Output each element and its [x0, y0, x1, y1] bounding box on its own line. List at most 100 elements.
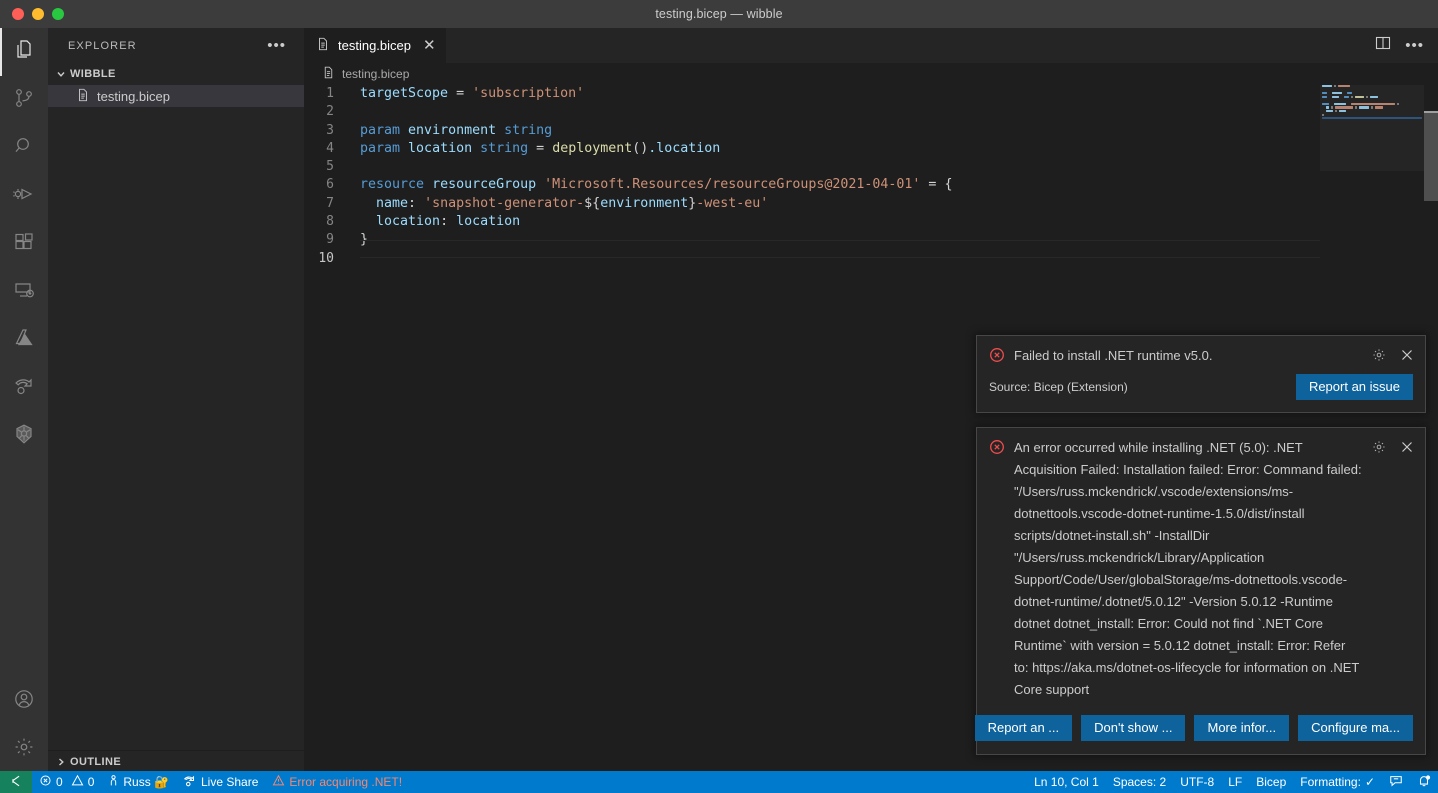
notification-header: Failed to install .NET runtime v5.0.: [977, 336, 1425, 372]
line-content[interactable]: targetScope = 'subscription': [360, 85, 584, 103]
code-line[interactable]: 4 param location string = deployment().lo…: [304, 140, 1438, 158]
minimap-slider[interactable]: [1320, 85, 1424, 171]
editor-actions: •••: [1375, 28, 1438, 63]
feedback-icon: [1389, 774, 1403, 791]
activity-item-explorer[interactable]: [0, 28, 48, 76]
notification-source-row: Source: Bicep (Extension) Report an issu…: [977, 372, 1425, 412]
tab-label: testing.bicep: [338, 38, 411, 53]
code-line[interactable]: 3 param environment string: [304, 122, 1438, 140]
title-bar: testing.bicep — wibble: [0, 0, 1438, 28]
code-line[interactable]: 1 targetScope = 'subscription': [304, 85, 1438, 103]
account-icon: [12, 687, 36, 716]
status-formatting[interactable]: Formatting: ✓: [1293, 771, 1382, 793]
code-line[interactable]: 6 resource resourceGroup 'Microsoft.Resou…: [304, 176, 1438, 194]
status-feedback[interactable]: [1382, 771, 1410, 793]
code-line[interactable]: 7 name: 'snapshot-generator-${environmen…: [304, 195, 1438, 213]
azure-icon: [12, 326, 36, 355]
line-number: 1: [326, 86, 334, 101]
more-actions-icon[interactable]: •••: [1405, 38, 1424, 53]
cursor-position-label: Ln 10, Col 1: [1034, 775, 1099, 789]
activity-item-source-control[interactable]: [0, 76, 48, 124]
error-icon: [39, 774, 52, 790]
gear-icon: [12, 735, 36, 764]
explorer-header: EXPLORER •••: [48, 28, 304, 63]
remote-explorer-icon: [12, 278, 36, 307]
status-encoding[interactable]: UTF-8: [1173, 771, 1221, 793]
split-editor-icon[interactable]: [1375, 35, 1391, 56]
extensions-icon: [12, 230, 36, 259]
dont-show-again-button[interactable]: Don't show ...: [1081, 715, 1186, 741]
status-bar: 0 0 Russ 🔐 Live Share Error acquiring .N…: [0, 771, 1438, 793]
notification-message: An error occurred while installing .NET …: [1014, 440, 1362, 697]
line-content[interactable]: resource resourceGroup 'Microsoft.Resour…: [360, 176, 952, 194]
tab-testing-bicep[interactable]: testing.bicep ✕: [304, 28, 446, 63]
tab-close-button[interactable]: ✕: [423, 38, 436, 53]
breadcrumb[interactable]: testing.bicep: [304, 63, 1438, 85]
configure-manually-button[interactable]: Configure ma...: [1298, 715, 1413, 741]
activity-item-accounts[interactable]: [0, 677, 48, 725]
sidebar: EXPLORER ••• WIBBLE testing.bicep OUTLIN…: [48, 28, 304, 773]
status-dotnet-error[interactable]: Error acquiring .NET!: [265, 771, 409, 793]
live-share-user-label: Russ 🔐: [123, 775, 169, 789]
status-live-share-user[interactable]: Russ 🔐: [101, 771, 176, 793]
notification-dotnet-install-failed[interactable]: Failed to install .NET runtime v5.0. Sou…: [976, 335, 1426, 413]
folder-section-wibble[interactable]: WIBBLE: [48, 63, 304, 85]
activity-item-search[interactable]: [0, 124, 48, 172]
report-an-issue-button[interactable]: Report an ...: [974, 715, 1073, 741]
file-item-testing-bicep[interactable]: testing.bicep: [48, 85, 304, 107]
activity-item-kubernetes[interactable]: [0, 412, 48, 460]
window-title: testing.bicep — wibble: [655, 7, 783, 21]
line-content[interactable]: param location string = deployment().loc…: [360, 140, 720, 158]
line-content[interactable]: param environment string: [360, 122, 552, 140]
code-line[interactable]: 2: [304, 103, 1438, 121]
file-icon: [76, 88, 90, 105]
notification-toolbar: [1371, 347, 1415, 368]
status-problems[interactable]: 0 0: [32, 771, 101, 793]
file-icon: [316, 37, 330, 54]
editor-scrollbar-thumb[interactable]: [1424, 113, 1438, 201]
error-icon: [989, 347, 1005, 368]
line-number: 2: [326, 104, 334, 120]
more-information-button[interactable]: More infor...: [1194, 715, 1290, 741]
status-notifications[interactable]: [1410, 771, 1438, 793]
formatting-label: Formatting:: [1300, 775, 1361, 789]
activity-item-extensions[interactable]: [0, 220, 48, 268]
folder-label: WIBBLE: [70, 68, 116, 80]
code-line[interactable]: 8 location: location: [304, 213, 1438, 231]
activity-item-azure[interactable]: [0, 316, 48, 364]
report-an-issue-button[interactable]: Report an issue: [1295, 374, 1413, 400]
outline-section-header[interactable]: OUTLINE: [48, 750, 304, 773]
activity-item-live-share[interactable]: [0, 364, 48, 412]
close-icon[interactable]: [1399, 347, 1415, 368]
notification-dotnet-acquisition-error[interactable]: An error occurred while installing .NET …: [974, 427, 1426, 755]
line-content[interactable]: name: 'snapshot-generator-${environment}…: [360, 195, 768, 213]
editor-scrollbar[interactable]: [1424, 85, 1438, 773]
status-cursor-position[interactable]: Ln 10, Col 1: [1027, 771, 1106, 793]
explorer-more-actions-button[interactable]: •••: [267, 38, 286, 53]
activity-item-remote-explorer[interactable]: [0, 268, 48, 316]
status-indentation[interactable]: Spaces: 2: [1106, 771, 1173, 793]
remote-host-button[interactable]: [0, 771, 32, 793]
gear-icon[interactable]: [1371, 439, 1387, 460]
indentation-label: Spaces: 2: [1112, 775, 1167, 789]
status-eol[interactable]: LF: [1221, 771, 1249, 793]
activity-bar: [0, 28, 48, 773]
notification-source: Source: Bicep (Extension): [989, 380, 1128, 394]
code-line[interactable]: 5: [304, 158, 1438, 176]
activity-item-run-and-debug[interactable]: [0, 172, 48, 220]
notification-toolbar: [1371, 439, 1415, 460]
gear-icon[interactable]: [1371, 347, 1387, 368]
source-control-icon: [12, 86, 36, 115]
close-icon[interactable]: [1399, 439, 1415, 460]
notification-message: Failed to install .NET runtime v5.0.: [1014, 348, 1213, 363]
breadcrumb-item[interactable]: testing.bicep: [342, 67, 409, 81]
line-content[interactable]: location: location: [360, 213, 520, 231]
line-number: 3: [326, 122, 334, 138]
broadcast-icon: [183, 774, 197, 791]
activity-item-manage[interactable]: [0, 725, 48, 773]
line-number: 6: [326, 177, 334, 193]
status-language-mode[interactable]: Bicep: [1249, 771, 1293, 793]
status-live-share[interactable]: Live Share: [176, 771, 265, 793]
search-icon: [12, 134, 36, 163]
notification-header: An error occurred while installing .NET …: [977, 428, 1425, 705]
